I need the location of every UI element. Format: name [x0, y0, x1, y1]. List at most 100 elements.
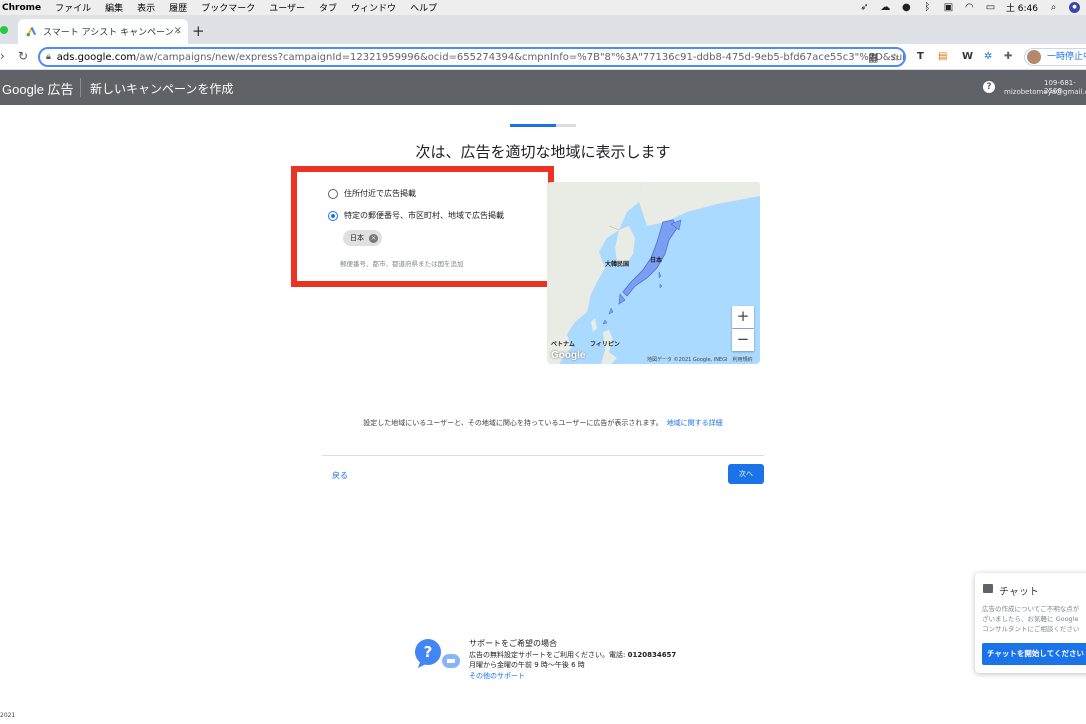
- menu-view[interactable]: 表示: [137, 1, 155, 14]
- user-badge-icon[interactable]: ●: [1069, 2, 1080, 13]
- radio-near-address[interactable]: [328, 188, 338, 199]
- start-chat-button[interactable]: チャットを開始してください: [982, 643, 1086, 665]
- url-path: /aw/campaigns/new/express?campaignId=123…: [136, 51, 906, 63]
- location-details-link[interactable]: 地域に関する詳細: [667, 419, 723, 427]
- menu-history[interactable]: 履歴: [169, 1, 187, 14]
- bluetooth-icon[interactable]: ᛒ: [922, 2, 933, 13]
- extensions-puzzle-icon[interactable]: ✚: [1004, 51, 1012, 62]
- ext-gear-icon[interactable]: ✲: [984, 51, 992, 62]
- location-search-input[interactable]: 郵便番号、都市、都道府県または国を追加: [340, 258, 464, 268]
- location-info-text: 設定した地域にいるユーザーと、その地域に関心を持っているユーザーに広告が表示され…: [363, 419, 663, 427]
- step-progress-fill: [510, 124, 557, 127]
- qr-code-icon[interactable]: ▦: [868, 51, 878, 64]
- menu-window[interactable]: ウィンドウ: [351, 1, 396, 14]
- map-label-philippines: フィリピン: [590, 341, 620, 348]
- page-title: 新しいキャンペーンを作成: [90, 82, 234, 96]
- hat-icon[interactable]: ●: [901, 2, 912, 13]
- menu-edit[interactable]: 編集: [105, 1, 123, 14]
- tab-close-icon[interactable]: ×: [174, 25, 182, 36]
- url-host: ads.google.com: [56, 51, 137, 63]
- chip-remove-icon[interactable]: ×: [369, 233, 378, 243]
- footer-divider: [322, 455, 764, 456]
- new-tab-button[interactable]: +: [192, 22, 205, 40]
- tab-google-ads[interactable]: スマート アシスト キャンペーン - ×: [18, 19, 188, 44]
- mac-menu-bar: Chrome ファイル 編集 表示 履歴 ブックマーク ユーザー タブ ウィンド…: [0, 0, 1086, 15]
- chat-line: 広告の作成についてご不明な点が: [982, 605, 1080, 613]
- support-chat-icon: ?: [415, 639, 460, 668]
- chat-description: 広告の作成についてご不明な点が ざいましたら、お気軽に Google コンサルタ…: [982, 604, 1086, 634]
- reload-icon[interactable]: ↻: [18, 49, 28, 63]
- ext-w-icon[interactable]: W: [962, 51, 973, 62]
- google-map-logo: Google: [551, 350, 586, 361]
- forward-arrow-icon[interactable]: ›: [0, 49, 5, 63]
- step-progress-bar: [510, 124, 576, 127]
- svg-text:?: ?: [424, 643, 433, 661]
- option-near-address[interactable]: 住所付近で広告掲載: [328, 188, 416, 199]
- support-title: サポートをご希望の場合: [469, 639, 557, 648]
- wifi-icon[interactable]: ◠: [964, 2, 975, 13]
- option-specific-label: 特定の郵便番号、市区町村、地域で広告掲載: [344, 211, 504, 220]
- map-label-vietnam: ベトナム: [551, 341, 575, 348]
- map-attribution[interactable]: 地図データ ©2021 Google, INEGI 利用規約: [647, 356, 752, 363]
- support-info: サポートをご希望の場合 広告の無料設定サポートをご利用ください。電話: 0120…: [469, 639, 676, 681]
- menu-app-name[interactable]: Chrome: [2, 3, 41, 13]
- ext-t-icon[interactable]: T: [917, 51, 924, 62]
- header-divider: [80, 78, 81, 97]
- browser-toolbar: › ↻ 🔒︎ ads.google.com /aw/campaigns/new/…: [0, 44, 1086, 70]
- google-ads-logo[interactable]: Google 広告: [2, 79, 74, 98]
- chip-label: 日本: [350, 234, 364, 242]
- chat-line: ざいましたら、お気軽に Google: [982, 615, 1079, 623]
- paused-label: 一時停止中: [1047, 52, 1086, 62]
- location-options-panel: 住所付近で広告掲載 特定の郵便番号、市区町村、地域で広告掲載 日本 × 郵便番号…: [291, 166, 554, 287]
- zoom-out-button[interactable]: −: [732, 329, 754, 351]
- back-button[interactable]: 戻る: [332, 470, 348, 481]
- menu-users[interactable]: ユーザー: [269, 1, 305, 14]
- map-label-korea: 大韓民国: [605, 261, 630, 268]
- option-specific-locations[interactable]: 特定の郵便番号、市区町村、地域で広告掲載: [328, 210, 504, 221]
- battery-icon[interactable]: ▭: [985, 2, 996, 13]
- location-info: 設定した地域にいるユーザーと、その地域に関心を持っているユーザーに広告が表示され…: [0, 418, 1086, 428]
- lock-icon[interactable]: 🔒︎: [46, 52, 51, 62]
- support-phone-line: 広告の無料設定サポートをご利用ください。電話: 0120834657: [469, 650, 676, 661]
- menu-tab[interactable]: タブ: [319, 1, 337, 14]
- account-email[interactable]: mizobetomoya@gmail.com: [1004, 88, 1086, 96]
- ext-sheet-icon[interactable]: ▤: [938, 51, 947, 62]
- radio-specific-locations[interactable]: [328, 210, 338, 221]
- ads-header: Google 広告 新しいキャンペーンを作成 ? 109-681-2566 mi…: [0, 70, 1086, 105]
- support-line-prefix: 広告の無料設定サポートをご利用ください。電話:: [469, 650, 628, 659]
- other-support-link[interactable]: その他のサポート: [469, 672, 525, 680]
- footer-year: 2021: [0, 712, 16, 719]
- window-zoom-dot[interactable]: [0, 26, 8, 34]
- bookmark-star-icon[interactable]: ☆: [890, 51, 900, 64]
- option-near-address-label: 住所付近で広告掲載: [344, 189, 416, 198]
- support-hours: 月曜から金曜の午前 9 時〜午後 6 時: [469, 661, 585, 669]
- chat-bubble-icon: [983, 584, 993, 593]
- status-icons: ➶ ☁ ● ᛒ ▣ ◠ ▭ 土 6:46 ⌕ ●: [859, 0, 1080, 15]
- location-chip-japan[interactable]: 日本 ×: [343, 230, 382, 246]
- chat-widget: チャット 広告の作成についてご不明な点が ざいましたら、お気軽に Google …: [975, 573, 1086, 673]
- zoom-in-button[interactable]: +: [732, 306, 754, 328]
- chat-title: チャット: [999, 587, 1039, 598]
- menu-help[interactable]: ヘルプ: [410, 1, 437, 14]
- rocket-icon[interactable]: ➶: [859, 2, 870, 13]
- step-heading: 次は、広告を適切な地域に表示します: [415, 143, 671, 161]
- clock[interactable]: 土 6:46: [1006, 1, 1038, 14]
- address-bar[interactable]: 🔒︎ ads.google.com /aw/campaigns/new/expr…: [38, 47, 906, 67]
- map-canvas: [547, 182, 760, 364]
- menu-bookmarks[interactable]: ブックマーク: [201, 1, 255, 14]
- tab-title: スマート アシスト キャンペーン -: [43, 28, 180, 38]
- cloud-icon[interactable]: ☁: [880, 2, 891, 13]
- tab-strip: スマート アシスト キャンペーン - × +: [0, 15, 1086, 44]
- help-icon[interactable]: ?: [983, 81, 995, 93]
- profile-paused-button[interactable]: 一時停止中: [1024, 48, 1086, 66]
- spotlight-search-icon[interactable]: ⌕: [1048, 2, 1059, 13]
- google-ads-favicon-icon: [26, 26, 37, 37]
- menu-file[interactable]: ファイル: [55, 1, 91, 14]
- location-map[interactable]: 大韓民国 日本 ベトナム フィリピン Google 地図データ ©2021 Go…: [547, 182, 760, 364]
- avatar: [1027, 50, 1041, 64]
- map-label-japan: 日本: [650, 257, 663, 264]
- support-phone[interactable]: 0120834657: [628, 651, 677, 659]
- chat-line: コンサルタントにご相談ください: [982, 625, 1080, 633]
- app-icon[interactable]: ▣: [943, 2, 954, 13]
- next-button[interactable]: 次へ: [728, 464, 764, 484]
